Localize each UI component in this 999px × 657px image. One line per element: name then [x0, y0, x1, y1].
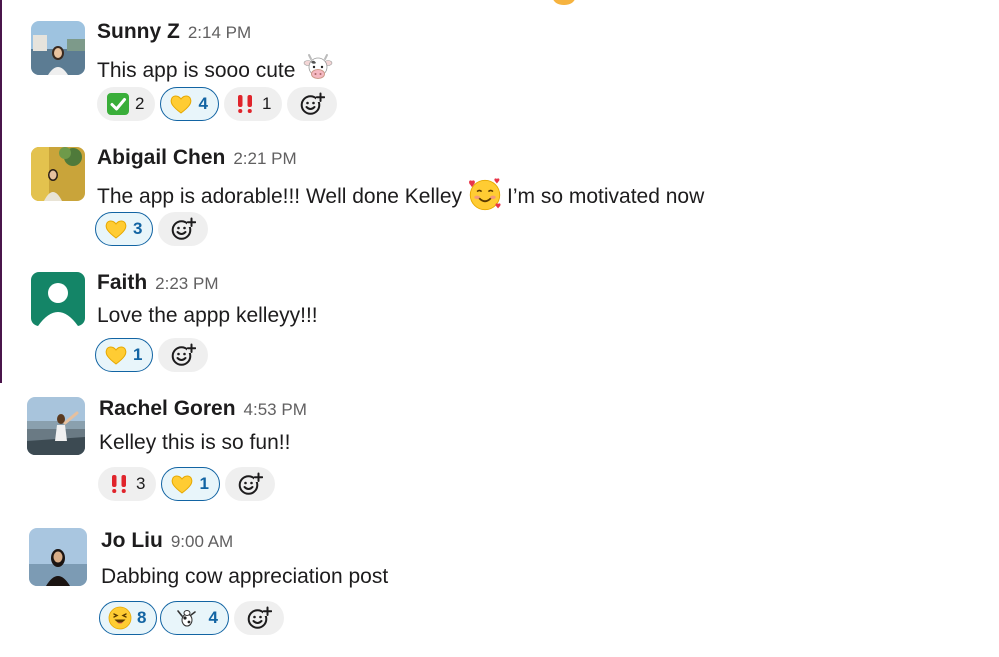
- timestamp[interactable]: 2:23 PM: [155, 274, 218, 293]
- add-reaction-icon: [237, 471, 263, 497]
- reaction-yellow-heart[interactable]: 4: [160, 87, 219, 121]
- add-reaction-icon: [246, 605, 272, 631]
- message-header: Sunny Z 2:14 PM: [97, 20, 251, 44]
- message-header: Jo Liu 9:00 AM: [101, 529, 233, 553]
- reaction-white-check-mark[interactable]: 2: [97, 87, 156, 121]
- reaction-double-exclamation[interactable]: 3: [98, 467, 157, 501]
- timestamp[interactable]: 2:14 PM: [188, 23, 251, 42]
- add-reaction-button[interactable]: [158, 338, 209, 372]
- reactions: 2 4 1: [97, 87, 338, 123]
- reaction-dabbing-cow[interactable]: 4: [160, 601, 229, 635]
- author-name[interactable]: Abigail Chen: [97, 146, 225, 169]
- reaction-count: 1: [261, 94, 272, 113]
- partial-emoji-icon: [553, 0, 575, 5]
- avatar[interactable]: [27, 397, 85, 455]
- message-header: Abigail Chen 2:21 PM: [97, 146, 297, 170]
- avatar[interactable]: [29, 528, 87, 586]
- author-name[interactable]: Faith: [97, 271, 147, 294]
- yellow-heart-icon: [104, 217, 128, 241]
- message-text: The app is adorable!!! Well done Kelley I…: [97, 178, 704, 212]
- add-reaction-button[interactable]: [287, 87, 338, 121]
- reaction-count: 8: [137, 608, 147, 627]
- white-check-mark-icon: [106, 92, 130, 116]
- timestamp[interactable]: 4:53 PM: [244, 400, 307, 419]
- sidebar-edge: [0, 0, 2, 383]
- author-name[interactable]: Sunny Z: [97, 20, 180, 43]
- reaction-count: 2: [135, 94, 145, 113]
- add-reaction-button[interactable]: [158, 212, 209, 246]
- reactions: 3 1: [98, 467, 275, 503]
- reaction-yellow-heart[interactable]: 1: [95, 338, 154, 372]
- avatar[interactable]: [31, 272, 85, 326]
- timestamp[interactable]: 2:21 PM: [233, 149, 296, 168]
- add-reaction-icon: [299, 91, 325, 117]
- message-text: Love the appp kelleyy!!!: [97, 304, 318, 328]
- message-text: Dabbing cow appreciation post: [101, 565, 388, 589]
- add-reaction-button[interactable]: [233, 601, 284, 635]
- message-header: Faith 2:23 PM: [97, 271, 218, 295]
- reaction-count: 4: [208, 608, 218, 627]
- reactions: 8 4: [99, 601, 284, 637]
- reaction-yellow-heart[interactable]: 1: [161, 467, 220, 501]
- reactions: 3: [95, 212, 209, 248]
- message-text: Kelley this is so fun!!: [99, 431, 290, 455]
- avatar[interactable]: [31, 147, 85, 201]
- message-text: This app is sooo cute: [97, 53, 337, 83]
- double-exclamation-icon: [233, 92, 257, 116]
- message-body-continued: I’m so motivated now: [507, 185, 705, 208]
- smiling-face-with-hearts-icon: [468, 178, 502, 212]
- reaction-double-exclamation[interactable]: 1: [223, 87, 283, 121]
- double-exclamation-icon: [107, 472, 131, 496]
- message-body: Love the appp kelleyy!!!: [97, 304, 318, 327]
- avatar[interactable]: [31, 21, 85, 75]
- add-reaction-icon: [170, 216, 196, 242]
- add-reaction-icon: [170, 342, 196, 368]
- cow-face-icon: [303, 53, 333, 83]
- yellow-heart-icon: [170, 472, 194, 496]
- laughing-face-icon: [108, 606, 132, 630]
- add-reaction-button[interactable]: [224, 467, 275, 501]
- message-body: Kelley this is so fun!!: [99, 431, 291, 454]
- yellow-heart-icon: [169, 92, 193, 116]
- message-body: The app is adorable!!! Well done Kelley: [97, 185, 462, 208]
- reaction-count: 1: [133, 345, 143, 364]
- reaction-count: 3: [133, 219, 143, 238]
- dabbing-cow-icon: [175, 606, 199, 630]
- message-header: Rachel Goren 4:53 PM: [99, 397, 307, 421]
- message-list: Sunny Z 2:14 PM This app is sooo cute 2 4…: [0, 0, 999, 657]
- author-name[interactable]: Rachel Goren: [99, 397, 236, 420]
- reactions: 1: [95, 338, 209, 374]
- timestamp[interactable]: 9:00 AM: [171, 532, 233, 551]
- reaction-count: 4: [198, 94, 208, 113]
- author-name[interactable]: Jo Liu: [101, 529, 163, 552]
- message-body: This app is sooo cute: [97, 59, 296, 82]
- reaction-laughing-face[interactable]: 8: [99, 601, 158, 635]
- reaction-yellow-heart[interactable]: 3: [95, 212, 154, 246]
- reaction-count: 3: [136, 474, 146, 493]
- yellow-heart-icon: [104, 343, 128, 367]
- message-body: Dabbing cow appreciation post: [101, 565, 389, 588]
- reaction-count: 1: [199, 474, 209, 493]
